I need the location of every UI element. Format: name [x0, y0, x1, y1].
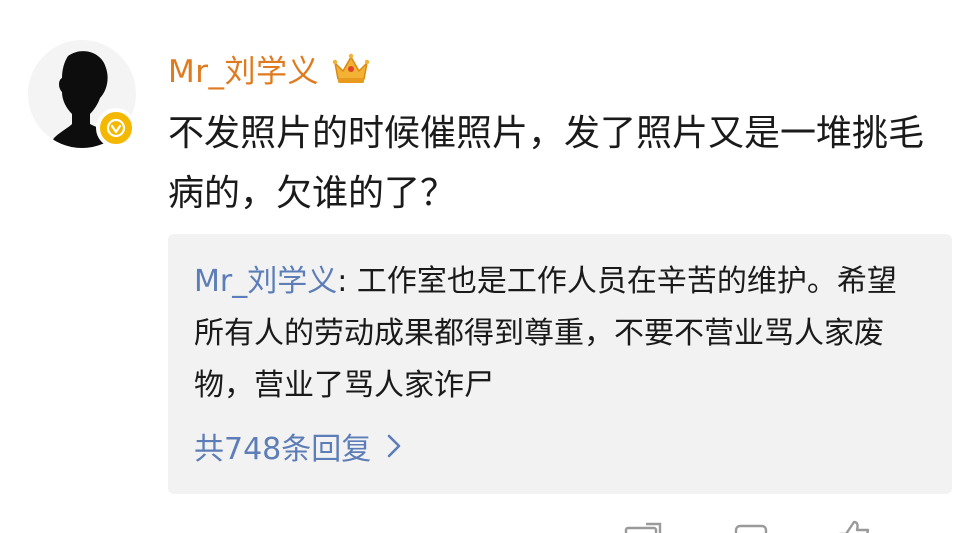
reply-author[interactable]: Mr_刘学义: [194, 264, 337, 299]
share-icon[interactable]: [624, 522, 664, 533]
reply-separator: :: [337, 264, 357, 299]
weibo-post: Mr_刘学义 不发照片的时候催照片，发了照片又是一堆挑毛病的，欠谁的了？ Mr_…: [0, 0, 970, 533]
crown-icon: [332, 53, 370, 83]
reply-box[interactable]: Mr_刘学义: 工作室也是工作人员在辛苦的维护。希望所有人的劳动成果都得到尊重，…: [168, 234, 952, 494]
reply-text-block: Mr_刘学义: 工作室也是工作人员在辛苦的维护。希望所有人的劳动成果都得到尊重，…: [194, 256, 914, 412]
chevron-right-icon: [387, 434, 401, 458]
post-text: 不发照片的时候催照片，发了照片又是一堆挑毛病的，欠谁的了？: [168, 113, 925, 214]
comment-icon[interactable]: [732, 522, 772, 533]
reply-count-link[interactable]: 共748条回复: [194, 420, 401, 472]
username[interactable]: Mr_刘学义: [168, 46, 319, 91]
like-icon[interactable]: [836, 520, 872, 533]
post-footer: [0, 512, 970, 533]
username-row: Mr_刘学义: [168, 44, 371, 92]
verified-badge-icon: [96, 108, 136, 148]
reply-count-label: 共748条回复: [194, 432, 372, 467]
